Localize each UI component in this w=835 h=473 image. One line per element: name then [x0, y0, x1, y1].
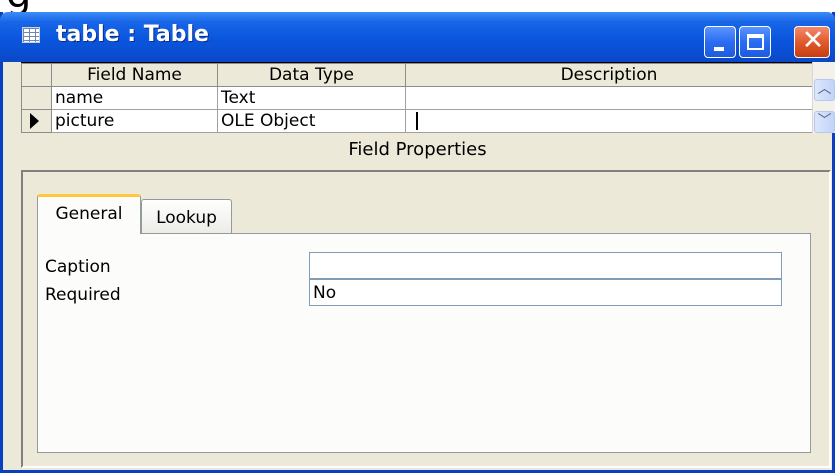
- scroll-up-button[interactable]: ︿: [814, 79, 835, 101]
- maximize-button[interactable]: [739, 26, 771, 58]
- text-cursor: [416, 112, 418, 130]
- table-row: picture OLE Object: [21, 109, 813, 133]
- general-tab-body: Caption Required: [37, 233, 811, 453]
- grid-vertical-scrollbar[interactable]: ︿ ﹀: [812, 62, 835, 133]
- data-type-cell[interactable]: OLE Object: [217, 109, 406, 133]
- window-title: table : Table: [56, 22, 209, 47]
- tab-lookup[interactable]: Lookup: [141, 199, 232, 234]
- tab-general[interactable]: General: [37, 194, 141, 234]
- grid-header-row: Field Name Data Type Description: [21, 63, 813, 87]
- description-cell-active[interactable]: [405, 109, 813, 133]
- column-header-field-name[interactable]: Field Name: [51, 63, 218, 87]
- title-bar[interactable]: table : Table ✕: [0, 12, 835, 62]
- maximize-icon: [747, 34, 764, 50]
- current-row-arrow-icon: [30, 113, 39, 129]
- data-type-cell[interactable]: Text: [217, 86, 406, 110]
- minimize-icon: [714, 47, 724, 51]
- scroll-down-button[interactable]: ﹀: [814, 111, 835, 133]
- caption-label: Caption: [45, 257, 111, 277]
- field-properties-panel: General Lookup Caption Required: [21, 170, 831, 468]
- table-design-window: table : Table ✕ Field Name Data Type Des…: [0, 12, 835, 473]
- row-selector[interactable]: [21, 86, 52, 110]
- scroll-up-icon: ︿: [817, 81, 832, 97]
- scroll-down-icon: ﹀: [817, 113, 832, 129]
- row-selector[interactable]: [21, 109, 52, 133]
- close-icon: ✕: [801, 25, 825, 56]
- field-name-cell[interactable]: name: [51, 86, 218, 110]
- description-cell[interactable]: [405, 86, 813, 110]
- table-icon: [22, 27, 40, 43]
- close-button[interactable]: ✕: [794, 25, 830, 58]
- field-grid: Field Name Data Type Description name Te…: [21, 62, 813, 133]
- column-header-description[interactable]: Description: [405, 63, 813, 87]
- field-name-cell[interactable]: picture: [51, 109, 218, 133]
- field-properties-heading: Field Properties: [348, 139, 487, 160]
- required-label: Required: [45, 285, 121, 305]
- column-header-data-type[interactable]: Data Type: [217, 63, 406, 87]
- header-selector-cell[interactable]: [21, 63, 52, 87]
- required-field[interactable]: [309, 279, 782, 306]
- caption-field[interactable]: [309, 252, 782, 279]
- table-row: name Text: [21, 86, 813, 110]
- page: g table : Table ✕: [0, 0, 835, 473]
- minimize-button[interactable]: [704, 26, 736, 58]
